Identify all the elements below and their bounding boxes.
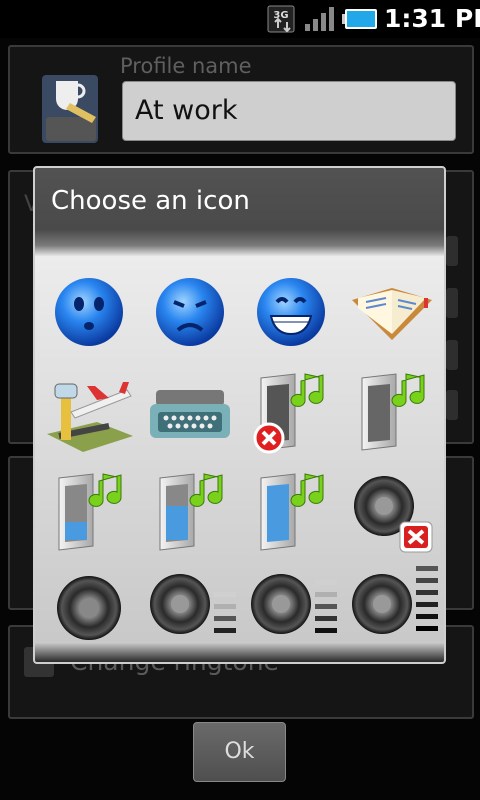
airport-icon[interactable] <box>41 364 137 460</box>
svg-text:3G: 3G <box>273 10 288 21</box>
ringer-off-icon[interactable] <box>243 364 339 460</box>
book-icon[interactable] <box>344 264 440 360</box>
dialog-title: Choose an icon <box>51 186 250 216</box>
ringer-level-2-icon[interactable] <box>142 464 238 560</box>
setting-control <box>446 288 458 318</box>
smiley-grin-icon[interactable] <box>243 264 339 360</box>
smiley-sad-icon[interactable] <box>142 264 238 360</box>
3g-data-icon: 3G <box>267 5 295 33</box>
speaker-muted-icon[interactable] <box>344 464 440 560</box>
signal-strength-icon <box>303 7 337 31</box>
icon-grid <box>35 256 444 648</box>
ringer-level-1-icon[interactable] <box>41 464 137 560</box>
dialog-footer <box>35 642 444 662</box>
battery-icon <box>342 8 378 30</box>
choose-icon-dialog: Choose an icon <box>33 166 446 664</box>
setting-control <box>446 390 458 420</box>
profile-name-field[interactable]: At work <box>122 81 456 141</box>
profile-header: Profile name At work <box>8 45 474 154</box>
status-bar: 3G 1:31 PM <box>0 0 480 38</box>
dialog-header: Choose an icon <box>35 168 444 256</box>
smiley-kiss-icon[interactable] <box>41 264 137 360</box>
typewriter-icon[interactable] <box>142 364 238 460</box>
ringer-vibrate-icon[interactable] <box>344 364 440 460</box>
setting-control <box>446 236 458 266</box>
setting-control <box>446 340 458 370</box>
coffee-desk-icon[interactable] <box>40 67 104 145</box>
clock: 1:31 PM <box>384 4 480 33</box>
profile-name-label: Profile name <box>120 54 252 78</box>
ringer-level-3-icon[interactable] <box>243 464 339 560</box>
ok-button[interactable]: Ok <box>193 722 286 782</box>
